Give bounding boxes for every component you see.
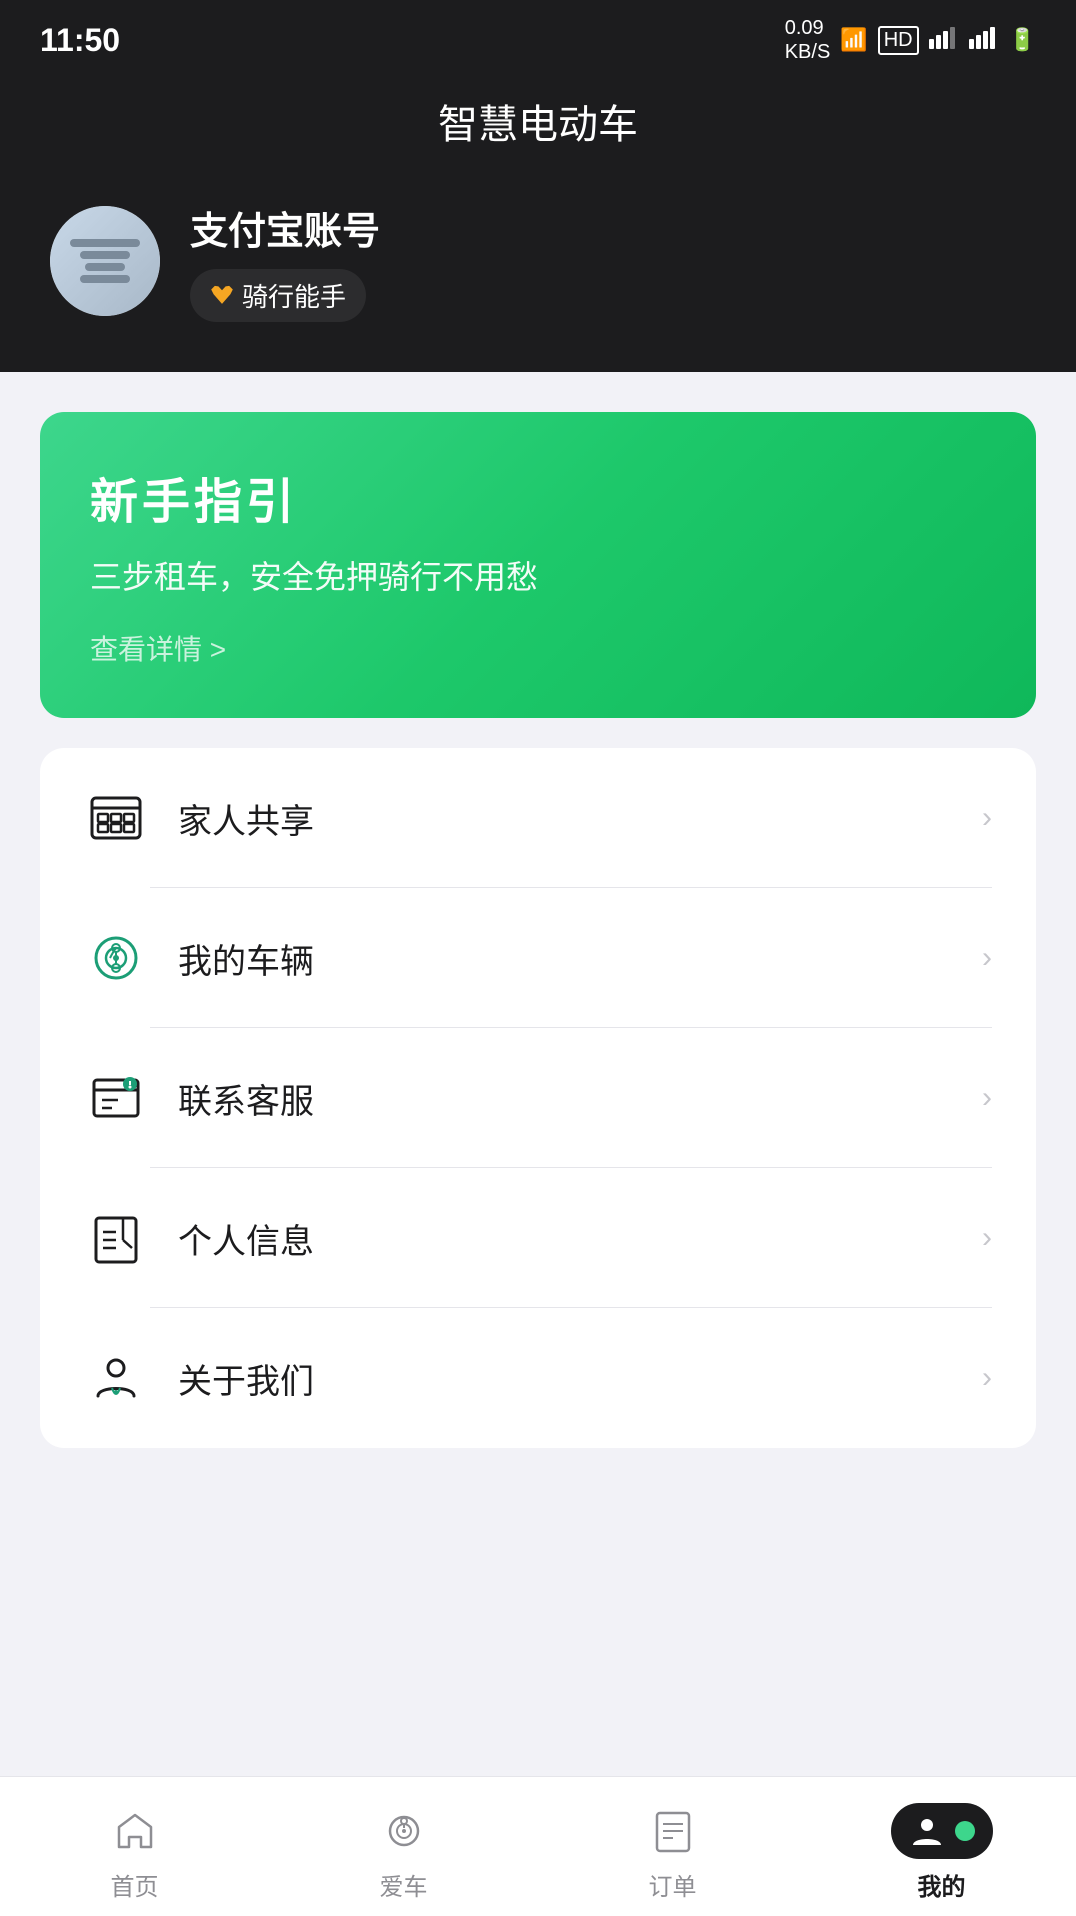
vehicle-icon <box>84 926 148 990</box>
chevron-icon: › <box>982 941 992 975</box>
mine-nav-label: 我的 <box>918 1867 966 1902</box>
signal-icon-2 <box>969 25 999 55</box>
chevron-icon: › <box>982 1081 992 1115</box>
about-label: 关于我们 <box>178 1354 952 1403</box>
profile-section: 支付宝账号 骑行能手 <box>0 180 1076 372</box>
nav-item-bike[interactable]: 爱车 <box>269 1793 538 1912</box>
nav-item-home[interactable]: 首页 <box>0 1793 269 1912</box>
status-time: 11:50 <box>40 22 120 59</box>
bike-nav-icon <box>376 1803 432 1859</box>
chevron-icon: › <box>982 801 992 835</box>
nav-item-orders[interactable]: 订单 <box>538 1793 807 1912</box>
heart-icon <box>210 284 234 308</box>
menu-item-about[interactable]: 关于我们 › <box>40 1308 1036 1448</box>
avatar <box>50 206 160 316</box>
home-nav-icon <box>107 1803 163 1859</box>
bottom-nav: 首页 爱车 订单 <box>0 1776 1076 1916</box>
menu-item-vehicle[interactable]: 我的车辆 › <box>40 888 1036 1028</box>
orders-nav-label: 订单 <box>649 1867 697 1902</box>
guide-title: 新手指引 <box>90 462 986 532</box>
hd-icon: HD <box>878 26 919 55</box>
menu-item-service[interactable]: 联系客服 › <box>40 1028 1036 1168</box>
nav-item-mine[interactable]: 我的 <box>807 1793 1076 1912</box>
bike-nav-label: 爱车 <box>380 1867 428 1902</box>
guide-banner[interactable]: 新手指引 三步租车，安全免押骑行不用愁 查看详情 > <box>40 412 1036 718</box>
vehicle-label: 我的车辆 <box>178 934 952 983</box>
wifi-icon: 📶 <box>840 27 867 53</box>
badge-label: 骑行能手 <box>242 277 346 314</box>
service-label: 联系客服 <box>178 1074 952 1123</box>
mine-nav-icon <box>891 1803 993 1859</box>
family-icon <box>84 786 148 850</box>
menu-item-personal[interactable]: 个人信息 › <box>40 1168 1036 1308</box>
network-speed-icon: 0.09KB/S <box>785 16 831 64</box>
profile-info: 支付宝账号 骑行能手 <box>190 200 380 322</box>
profile-name: 支付宝账号 <box>190 200 380 255</box>
about-icon <box>84 1346 148 1410</box>
signal-icon-1 <box>929 25 959 55</box>
profile-badge: 骑行能手 <box>190 269 366 322</box>
chevron-icon: › <box>982 1221 992 1255</box>
active-dot <box>955 1821 975 1841</box>
personal-label: 个人信息 <box>178 1214 952 1263</box>
guide-subtitle: 三步租车，安全免押骑行不用愁 <box>90 552 986 598</box>
home-nav-label: 首页 <box>111 1867 159 1902</box>
chevron-icon: › <box>982 1361 992 1395</box>
menu-item-family[interactable]: 家人共享 › <box>40 748 1036 888</box>
app-title: 智慧电动车 <box>438 103 638 147</box>
status-icons: 0.09KB/S 📶 HD 🔋 <box>785 16 1036 64</box>
service-icon <box>84 1066 148 1130</box>
battery-icon: 🔋 <box>1009 27 1036 53</box>
family-label: 家人共享 <box>178 794 952 843</box>
orders-nav-icon <box>645 1803 701 1859</box>
menu-card: 家人共享 › 我的车辆 › <box>40 748 1036 1448</box>
app-header: 智慧电动车 <box>0 72 1076 180</box>
personal-icon <box>84 1206 148 1270</box>
guide-link[interactable]: 查看详情 > <box>90 628 986 668</box>
status-bar: 11:50 0.09KB/S 📶 HD 🔋 <box>0 0 1076 72</box>
